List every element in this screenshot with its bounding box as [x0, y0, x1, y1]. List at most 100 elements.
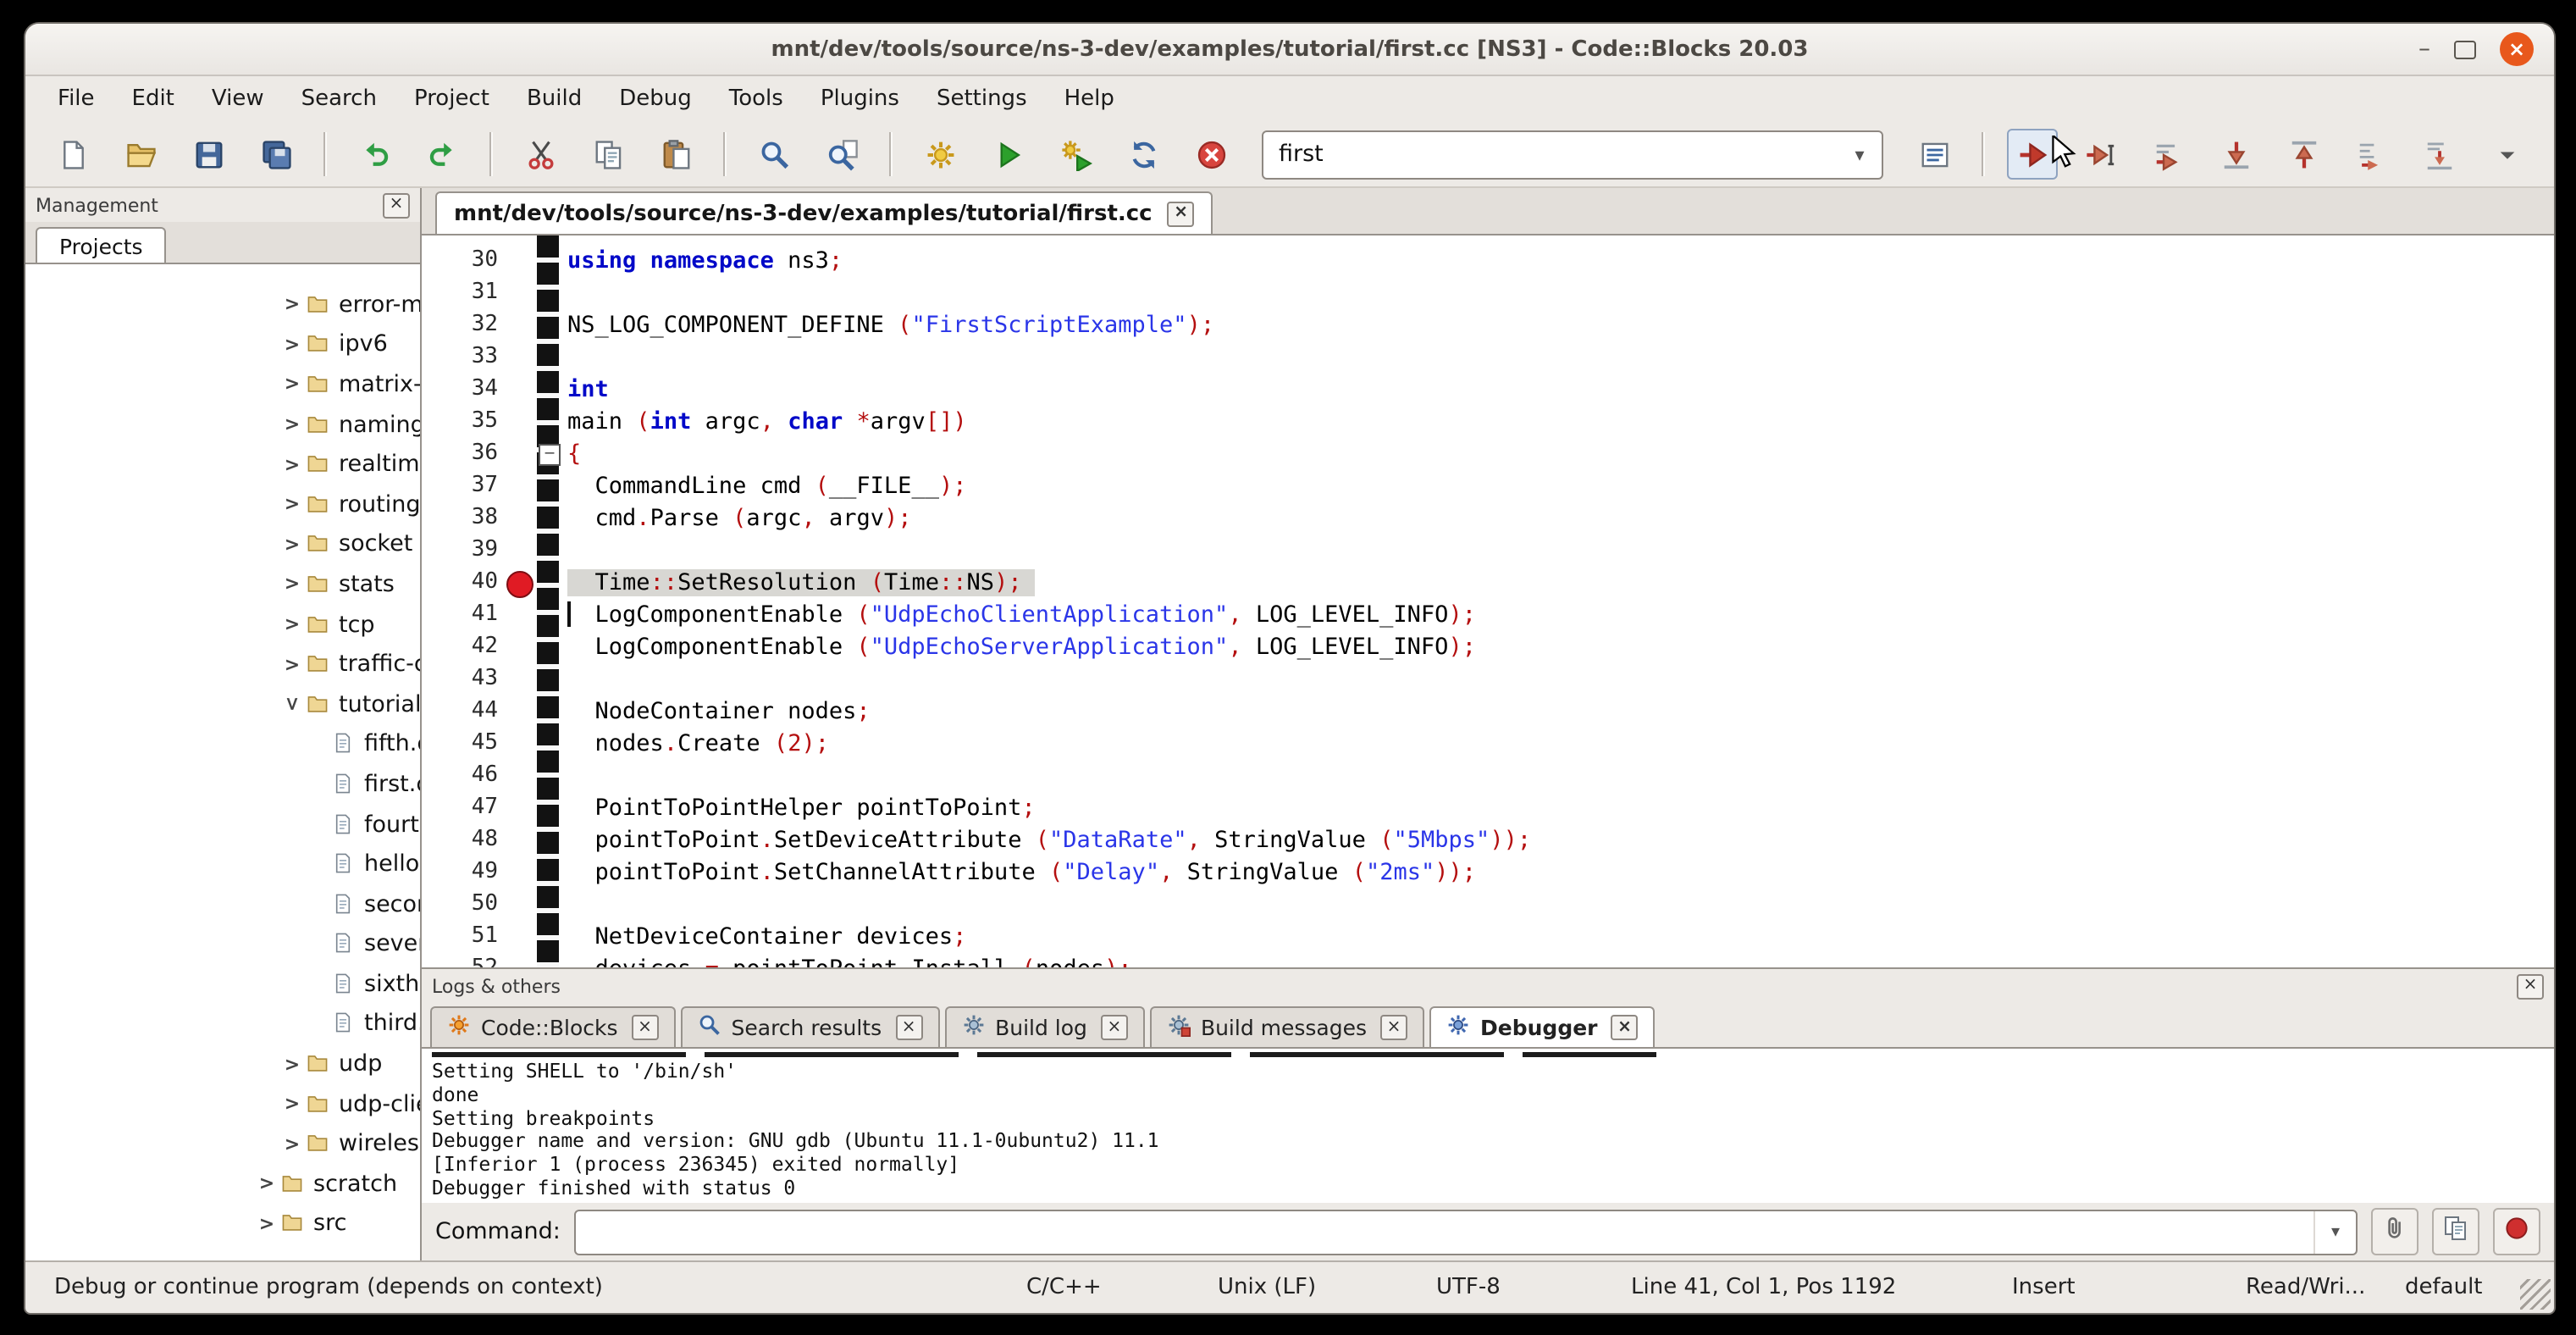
code-line[interactable]: 45 nodes.Create (2); [422, 727, 2554, 759]
code-line[interactable]: 33 [422, 341, 2554, 373]
chevron-right-icon[interactable]: > [281, 1053, 303, 1075]
chevron-right-icon[interactable]: > [281, 613, 303, 635]
line-number[interactable]: 52 [422, 956, 505, 967]
line-number[interactable]: 48 [422, 827, 505, 852]
tree-item-second-cc[interactable]: second.cc [25, 884, 420, 924]
code-line[interactable]: 46 [422, 759, 2554, 791]
code-editor[interactable]: 30using namespace ns3;3132NS_LOG_COMPONE… [422, 235, 2554, 967]
line-number[interactable]: 32 [422, 312, 505, 337]
code-line[interactable]: 52 devices = pointToPoint.Install (nodes… [422, 952, 2554, 967]
chevron-right-icon[interactable]: > [281, 534, 303, 556]
line-number[interactable]: 38 [422, 505, 505, 530]
menu-debug[interactable]: Debug [600, 76, 710, 122]
code-line[interactable]: 42 LogComponentEnable ("UdpEchoServerApp… [422, 630, 2554, 662]
menu-file[interactable]: File [39, 76, 113, 122]
resize-grip[interactable] [2520, 1279, 2551, 1310]
code-line[interactable]: 51 NetDeviceContainer devices; [422, 920, 2554, 952]
next-instruction-icon[interactable] [2346, 129, 2396, 180]
tree-item-wireless[interactable]: >wireless [25, 1124, 420, 1164]
menu-search[interactable]: Search [283, 76, 395, 122]
code-line[interactable]: 32NS_LOG_COMPONENT_DEFINE ("FirstScriptE… [422, 308, 2554, 341]
code-line[interactable]: 35main (int argc, char *argv[]) [422, 405, 2554, 437]
chevron-right-icon[interactable]: > [281, 334, 303, 356]
line-number[interactable]: 34 [422, 376, 505, 402]
rebuild-icon[interactable] [1118, 129, 1169, 180]
menu-help[interactable]: Help [1046, 76, 1133, 122]
code-line[interactable]: 31 [422, 276, 2554, 308]
line-number[interactable]: 47 [422, 795, 505, 820]
copy-log-button[interactable] [2432, 1208, 2479, 1255]
code-line[interactable]: 38 cmd.Parse (argc, argv); [422, 501, 2554, 534]
logs-close-icon[interactable]: × [2517, 973, 2544, 999]
tree-item-tutorial[interactable]: >tutorial [25, 684, 420, 724]
line-number[interactable]: 30 [422, 247, 505, 273]
code-line[interactable]: 43 [422, 662, 2554, 695]
stop-debugger-button[interactable] [2493, 1208, 2540, 1255]
tree-item-first-cc[interactable]: first.cc [25, 764, 420, 804]
tree-item-socket[interactable]: >socket [25, 524, 420, 564]
line-number[interactable]: 43 [422, 666, 505, 691]
tree-item-fifth-cc[interactable]: fifth.cc [25, 724, 420, 764]
menu-plugins[interactable]: Plugins [802, 76, 918, 122]
tree-item-seventh-cc[interactable]: seventh.cc [25, 924, 420, 964]
chevron-right-icon[interactable]: > [281, 653, 303, 675]
chevron-right-icon[interactable]: > [281, 494, 303, 516]
menu-view[interactable]: View [193, 76, 283, 122]
tree-item-stats[interactable]: >stats [25, 564, 420, 604]
code-line[interactable]: 39 [422, 534, 2554, 566]
undo-icon[interactable] [349, 129, 400, 180]
line-number[interactable]: 46 [422, 762, 505, 788]
tree-item-sixth-cc[interactable]: sixth.cc [25, 964, 420, 1004]
copy-icon[interactable] [583, 129, 633, 180]
chevron-right-icon[interactable]: > [281, 413, 303, 435]
run-icon[interactable] [982, 129, 1033, 180]
tree-item-udp-client-server[interactable]: >udp-client-server [25, 1084, 420, 1124]
cut-icon[interactable] [515, 129, 566, 180]
new-file-icon[interactable] [47, 129, 98, 180]
build-target-combobox[interactable]: first ▾ [1262, 130, 1883, 179]
close-icon[interactable]: × [2500, 32, 2534, 66]
code-line[interactable]: 48 pointToPoint.SetDeviceAttribute ("Dat… [422, 823, 2554, 856]
code-line[interactable]: 49 pointToPoint.SetChannelAttribute ("De… [422, 856, 2554, 888]
tab-search-results[interactable]: Search results× [681, 1006, 940, 1047]
tree-item-ipv6[interactable]: >ipv6 [25, 324, 420, 364]
code-line[interactable]: 34int [422, 373, 2554, 405]
tree-item-third-cc[interactable]: third.cc [25, 1004, 420, 1044]
line-number[interactable]: 40 [422, 569, 505, 595]
line-number[interactable]: 37 [422, 473, 505, 498]
chevron-right-icon[interactable]: > [281, 1133, 303, 1155]
tree-item-routing[interactable]: >routing [25, 485, 420, 524]
tree-item-udp[interactable]: >udp [25, 1044, 420, 1084]
abort-build-icon[interactable] [1186, 129, 1236, 180]
step-into-instruction-icon[interactable] [2413, 129, 2464, 180]
chevron-right-icon[interactable]: > [281, 294, 303, 316]
tree-item-fourth-cc[interactable]: fourth.cc [25, 804, 420, 844]
open-files-list-icon[interactable] [1909, 129, 1960, 180]
menu-build[interactable]: Build [508, 76, 600, 122]
line-number[interactable]: 36 [422, 440, 505, 466]
chevron-right-icon[interactable]: > [281, 1093, 303, 1115]
find-in-files-icon[interactable] [816, 129, 867, 180]
chevron-right-icon[interactable]: > [281, 573, 303, 595]
chevron-down-icon[interactable]: ▾ [1838, 143, 1882, 165]
line-number[interactable]: 44 [422, 698, 505, 723]
menu-edit[interactable]: Edit [113, 76, 193, 122]
tab-close-icon[interactable]: × [1611, 1015, 1639, 1040]
tree-item-scratch[interactable]: >scratch [25, 1164, 420, 1204]
line-number[interactable]: 39 [422, 537, 505, 562]
save-all-icon[interactable] [251, 129, 301, 180]
chevron-right-icon[interactable]: > [256, 1213, 278, 1235]
title-bar[interactable]: mnt/dev/tools/source/ns-3-dev/examples/t… [25, 24, 2554, 76]
breakpoint-icon[interactable] [506, 570, 533, 597]
tree-item-matrix-topology[interactable]: >matrix-topology [25, 364, 420, 404]
code-line[interactable]: 40 Time::SetResolution (Time::NS); [422, 566, 2554, 598]
tree-item-hello-simulator-cc[interactable]: hello-simulator.cc [25, 845, 420, 884]
minimize-icon[interactable]: – [2418, 41, 2430, 58]
debug-continue-icon[interactable] [2007, 129, 2058, 180]
step-into-icon[interactable] [2210, 129, 2261, 180]
tab-build-log[interactable]: Build log× [944, 1006, 1145, 1047]
run-to-cursor-icon[interactable] [2075, 129, 2125, 180]
command-input[interactable]: ▾ [574, 1209, 2358, 1255]
line-number[interactable]: 41 [422, 601, 505, 627]
tab-debugger[interactable]: Debugger× [1429, 1006, 1656, 1047]
